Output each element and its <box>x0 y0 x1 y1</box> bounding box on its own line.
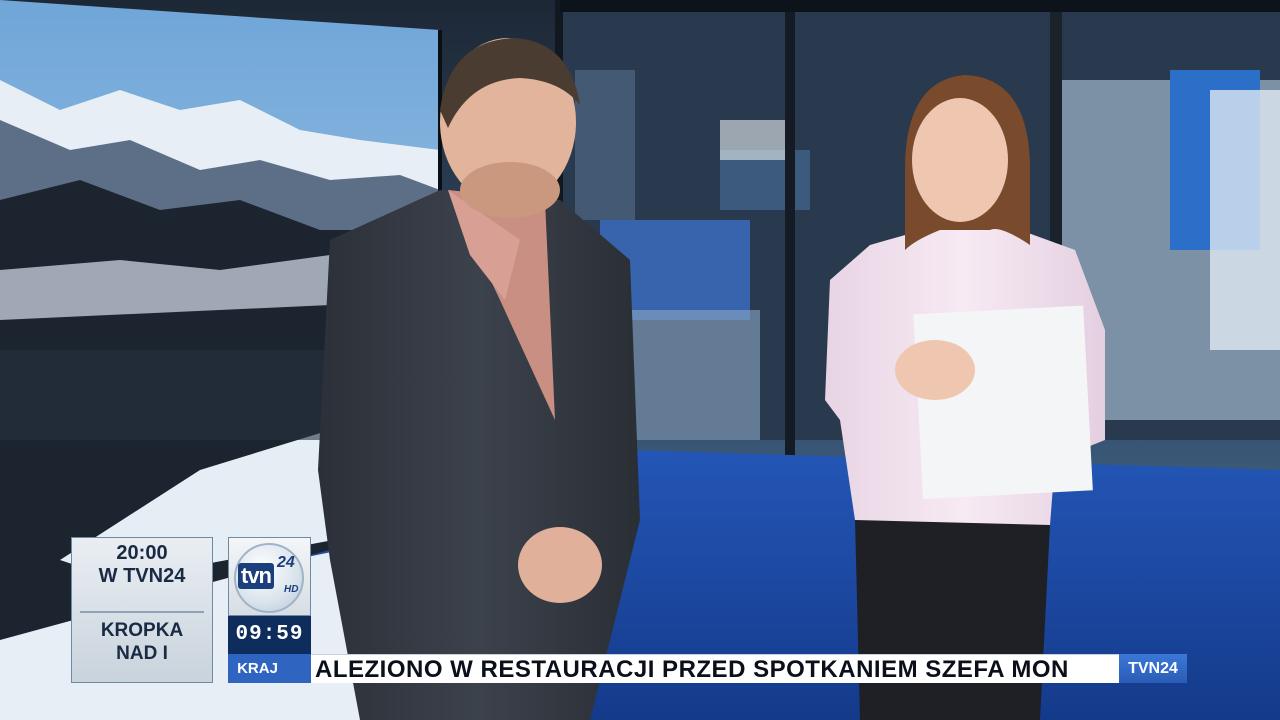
logo-number: 24 <box>277 554 295 571</box>
on-air-clock: 09:59 <box>228 616 311 654</box>
program-divider <box>80 611 204 613</box>
program-info-box: 20:00 W TVN24 KROPKA NAD I <box>71 537 213 683</box>
tvn24-logo: tvn 24 HD <box>228 537 311 616</box>
logo-word: tvn <box>238 563 274 589</box>
news-ticker: ALEZIONO W RESTAURACJI PRZED SPOTKANIEM … <box>311 654 1119 683</box>
program-channel: W TVN24 <box>98 565 186 587</box>
program-show-title: KROPKA NAD I <box>72 619 212 665</box>
channel-logo-block: tvn 24 HD 09:59 KRAJ <box>228 537 311 683</box>
ticker-brand: TVN24 <box>1119 654 1187 683</box>
ticker-text: ALEZIONO W RESTAURACJI PRZED SPOTKANIEM … <box>315 656 1069 683</box>
section-label-text: KRAJ <box>237 660 278 677</box>
logo-hd: HD <box>284 584 299 595</box>
program-show-line1: KROPKA <box>100 620 184 641</box>
program-time: 20:00 <box>116 542 168 564</box>
program-show-line2: NAD I <box>116 643 168 664</box>
section-label: KRAJ <box>228 654 311 683</box>
